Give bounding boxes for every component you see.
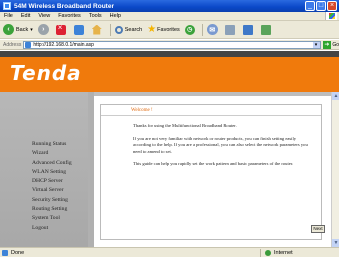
main-frame: Welcome ! Thanks for using the Multifunc… <box>94 92 331 247</box>
zone-label: Internet <box>274 250 293 256</box>
nav-item-running-status[interactable]: Running Status <box>32 140 72 149</box>
forward-arrow-icon: › <box>37 24 49 35</box>
status-bar: Done Internet <box>0 247 339 257</box>
back-dropdown-icon[interactable]: ▾ <box>30 27 33 33</box>
close-button[interactable]: × <box>327 1 337 11</box>
search-button[interactable]: Search <box>114 25 143 34</box>
favorites-label: Favorites <box>157 26 180 33</box>
window-title: 54M Wireless Broadband Router <box>14 2 114 10</box>
search-label: Search <box>124 26 143 33</box>
welcome-paragraph-1: Thanks for using the Multifunctional Bro… <box>133 123 237 128</box>
page-content: Tenda Running Status Wizard Advanced Con… <box>0 51 339 247</box>
nav-item-logout[interactable]: Logout <box>32 224 72 233</box>
back-label: Back <box>16 26 29 33</box>
scroll-down-icon[interactable]: ▼ <box>332 239 339 247</box>
menu-help[interactable]: Help <box>110 13 121 19</box>
window-controls: _ □ × <box>305 1 337 11</box>
welcome-panel: Welcome ! Thanks for using the Multifunc… <box>100 104 322 240</box>
nav-item-wlan-setting[interactable]: WLAN Setting <box>32 168 72 177</box>
windows-flag-icon <box>325 12 337 20</box>
toolbar-divider <box>109 23 111 36</box>
minimize-button[interactable]: _ <box>305 1 315 11</box>
welcome-body: Thanks for using the Multifunctional Bro… <box>133 123 313 174</box>
menu-file[interactable]: File <box>4 13 13 19</box>
print-button[interactable] <box>224 24 238 35</box>
mail-button[interactable]: ✉ <box>206 24 220 35</box>
welcome-paragraph-2: If you are not very familiar with networ… <box>133 135 308 154</box>
menu-view[interactable]: View <box>38 13 50 19</box>
discuss-button[interactable] <box>260 24 274 35</box>
title-bar: 54M Wireless Broadband Router _ □ × <box>0 0 339 12</box>
security-zone: Internet <box>260 249 293 257</box>
home-button[interactable] <box>91 24 105 35</box>
ie-app-icon <box>3 2 11 10</box>
page-icon <box>25 41 32 48</box>
mail-icon: ✉ <box>206 24 218 35</box>
menu-favorites[interactable]: Favorites <box>58 13 81 19</box>
vertical-scrollbar[interactable]: ▲ ▼ <box>331 92 339 247</box>
next-button[interactable]: Next <box>311 225 325 233</box>
welcome-header: Welcome ! <box>101 105 321 116</box>
address-label: Address <box>3 41 22 48</box>
forward-button[interactable]: › <box>37 24 51 35</box>
address-input[interactable]: http://192.168.0.1/main.asp ▾ <box>23 40 321 49</box>
nav-list: Running Status Wizard Advanced Config WL… <box>32 140 72 233</box>
history-button[interactable]: ◷ <box>184 24 197 35</box>
search-icon <box>114 25 123 34</box>
toolbar-divider-2 <box>201 23 203 36</box>
main-top-bar <box>94 92 331 96</box>
nav-item-routing-setting[interactable]: Routing Setting <box>32 205 72 214</box>
edit-page-icon <box>242 24 253 35</box>
edit-page-button[interactable] <box>242 24 256 35</box>
welcome-title: Welcome ! <box>131 108 153 113</box>
address-dropdown-icon[interactable]: ▾ <box>312 41 320 48</box>
history-icon: ◷ <box>184 24 195 35</box>
scroll-up-icon[interactable]: ▲ <box>332 92 339 100</box>
menu-edit[interactable]: Edit <box>21 13 30 19</box>
nav-item-wizard[interactable]: Wizard <box>32 149 72 158</box>
go-button[interactable]: ➜ <box>322 40 332 49</box>
status-text: Done <box>11 249 25 256</box>
toolbar: ‹ Back ▾ › Search ★ Favorites ◷ ✉ <box>0 21 339 39</box>
back-button[interactable]: ‹ Back ▾ <box>3 24 33 35</box>
tenda-logo: Tenda <box>10 61 82 85</box>
menu-tools[interactable]: Tools <box>89 13 102 19</box>
address-url: http://192.168.0.1/main.asp <box>33 41 94 48</box>
welcome-paragraph-3: This guide can help you rapidly set the … <box>133 161 294 166</box>
nav-item-dhcp-server[interactable]: DHCP Server <box>32 177 72 186</box>
maximize-button[interactable]: □ <box>316 1 326 11</box>
sidebar: Running Status Wizard Advanced Config WL… <box>0 92 88 247</box>
menu-bar: File Edit View Favorites Tools Help <box>0 12 339 21</box>
banner-top-strip <box>0 51 339 57</box>
status-page-icon <box>2 249 8 256</box>
nav-item-security-setting[interactable]: Security Setting <box>32 196 72 205</box>
nav-item-advanced-config[interactable]: Advanced Config <box>32 159 72 168</box>
discuss-icon <box>260 24 271 35</box>
stop-button[interactable] <box>55 23 69 35</box>
back-arrow-icon: ‹ <box>3 24 14 35</box>
internet-globe-icon <box>265 250 271 256</box>
stop-icon <box>55 23 66 35</box>
print-icon <box>224 24 235 35</box>
go-label: Go <box>332 41 339 48</box>
refresh-icon <box>73 24 84 35</box>
nav-item-virtual-server[interactable]: Virtual Server <box>32 186 72 195</box>
home-icon <box>91 24 102 35</box>
nav-item-system-tool[interactable]: System Tool <box>32 214 72 223</box>
refresh-button[interactable] <box>73 24 87 35</box>
favorites-star-icon: ★ <box>147 24 157 35</box>
favorites-button[interactable]: ★ Favorites <box>147 24 180 35</box>
header-banner: Tenda <box>0 51 339 92</box>
address-bar: Address http://192.168.0.1/main.asp ▾ ➜ … <box>0 40 339 50</box>
